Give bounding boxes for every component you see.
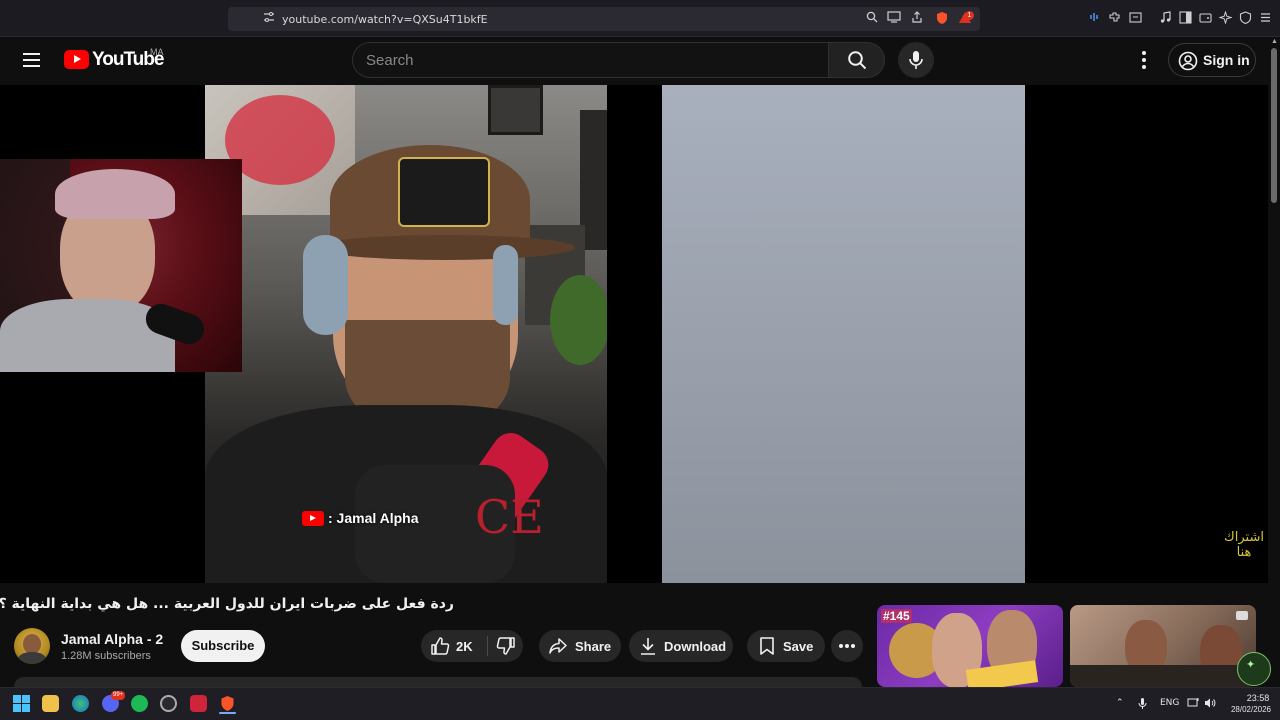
mic-tray-icon[interactable]: [1138, 698, 1147, 712]
subscribe-button[interactable]: Subscribe: [181, 630, 265, 662]
dislike-button[interactable]: [488, 630, 523, 662]
save-label: Save: [783, 639, 814, 654]
sign-in-label: Sign in: [1203, 52, 1250, 68]
sidebar-icon[interactable]: [1178, 11, 1192, 25]
network-icon[interactable]: [1187, 698, 1199, 711]
plant: [550, 275, 607, 365]
language-indicator[interactable]: ENG: [1160, 698, 1179, 708]
brave-shields-icon[interactable]: [935, 11, 949, 25]
recommended-thumbnail[interactable]: [1070, 605, 1256, 687]
scrollbar-thumb[interactable]: [1271, 48, 1277, 203]
more-vertical-icon: [1142, 51, 1146, 55]
extensions-icon[interactable]: [1107, 11, 1121, 25]
file-explorer-icon[interactable]: [42, 695, 59, 712]
vpn-icon[interactable]: [1238, 11, 1252, 25]
volume-icon[interactable]: [1204, 698, 1216, 711]
bookmark-save-icon: [760, 637, 774, 655]
more-horizontal-icon: [839, 644, 855, 648]
cap-patch: [398, 157, 490, 227]
account-icon: [1178, 51, 1198, 71]
translate-icon[interactable]: [1087, 11, 1101, 25]
steam-icon[interactable]: [160, 695, 177, 712]
app-icon[interactable]: [190, 695, 207, 712]
more-actions-button[interactable]: [831, 630, 863, 662]
subscribe-overlay-line1: اشتراك: [1224, 529, 1264, 544]
menu-button[interactable]: [22, 50, 42, 70]
search-button[interactable]: [829, 42, 885, 78]
video-player[interactable]: CE : Jamal Alpha اشتراك هنا: [0, 85, 1268, 583]
like-button[interactable]: [421, 630, 487, 662]
search-input[interactable]: [366, 51, 806, 69]
share-label: Share: [575, 639, 612, 654]
extension-2-icon[interactable]: [1128, 11, 1142, 25]
voice-search-button[interactable]: [898, 42, 934, 78]
share-page-icon[interactable]: [910, 11, 924, 25]
4k-channel-badge: ✦: [1237, 652, 1271, 686]
subscribe-overlay-line2: هنا: [1236, 544, 1252, 559]
video-clip-panel: [662, 85, 1025, 583]
active-app-indicator: [219, 712, 236, 714]
shirt-print: CE: [475, 490, 544, 544]
start-button[interactable]: [13, 695, 30, 712]
captions-icon: [1236, 611, 1248, 620]
rewards-badge: 1: [965, 11, 974, 20]
media-icon[interactable]: [1158, 11, 1172, 25]
settings-more-button[interactable]: [1134, 48, 1154, 72]
url-text: youtube.com/watch?v=QXSu4T1bkfE: [282, 13, 488, 26]
edge-icon[interactable]: [72, 695, 89, 712]
hamburger-icon: [23, 53, 40, 55]
facecam-overlay: [0, 159, 242, 372]
spotify-icon[interactable]: [131, 695, 148, 712]
headphone-right: [493, 245, 518, 325]
brave-icon[interactable]: [219, 695, 236, 712]
subscribe-here-overlay[interactable]: اشتراك هنا: [1224, 529, 1264, 559]
download-icon: [641, 638, 655, 655]
4k-icon: ✦: [1246, 659, 1256, 671]
streamer-cap: [55, 169, 175, 219]
browser-menu-icon[interactable]: [1258, 11, 1272, 25]
country-code: MA: [150, 47, 164, 57]
tray-expand-icon[interactable]: ⌃: [1116, 698, 1124, 708]
discord-badge: 99+: [111, 691, 126, 700]
scroll-up-icon[interactable]: ▲: [1271, 38, 1278, 45]
windows-icon: [13, 695, 30, 712]
wallet-icon[interactable]: [1198, 11, 1212, 25]
clock-time[interactable]: 23:58: [1240, 693, 1276, 703]
like-count: 2K: [456, 639, 473, 654]
video-title: ردة فعل على ضربات ايران للدول العربية ..…: [0, 596, 454, 612]
cast-icon[interactable]: [887, 11, 901, 25]
video-host-panel: CE: [205, 85, 607, 583]
search-icon: [848, 51, 867, 70]
leo-ai-icon[interactable]: [1217, 10, 1233, 25]
youtube-play-icon: [64, 50, 89, 69]
thumbs-down-icon: [496, 637, 515, 655]
watermark-text: : Jamal Alpha: [328, 510, 419, 526]
site-info-icon[interactable]: [262, 11, 276, 25]
episode-badge: #145: [881, 609, 912, 623]
headphone-left: [303, 235, 348, 335]
clock-date[interactable]: 28/02/2026: [1226, 705, 1276, 714]
wall-frame: [488, 85, 543, 135]
thumbs-up-icon: [431, 637, 450, 655]
zoom-icon[interactable]: [865, 11, 879, 25]
share-icon: [549, 638, 567, 654]
channel-avatar[interactable]: [14, 628, 50, 664]
download-label: Download: [664, 639, 727, 654]
channel-name[interactable]: Jamal Alpha - 2: [61, 631, 163, 647]
youtube-small-icon: [302, 511, 324, 526]
subscriber-count: 1.28M subscribers: [61, 650, 151, 662]
microphone-icon: [909, 51, 923, 69]
